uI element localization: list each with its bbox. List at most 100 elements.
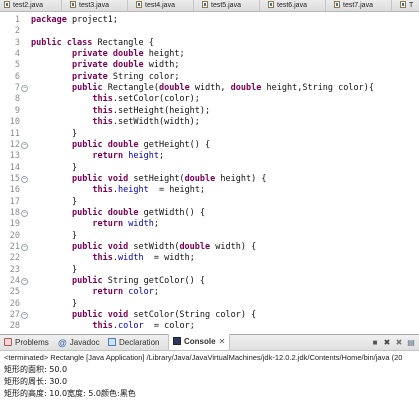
keyword-token: public — [71, 83, 103, 94]
code-text: package project1; — [31, 15, 118, 26]
code-editor[interactable]: 1 package project1; 2 3 public class Rectang… — [0, 12, 419, 334]
code-line: 11 } — [0, 129, 419, 140]
remove-launch-icon[interactable]: ✖ — [382, 338, 392, 348]
java-file-icon — [136, 1, 142, 8]
tab-file-label: test7.java — [343, 2, 373, 9]
code-text: this.height = height; — [31, 185, 205, 196]
java-file-icon — [202, 1, 208, 8]
code-line: 6 private String color; — [0, 72, 419, 83]
code-token: } — [31, 128, 78, 139]
fold-toggle-icon[interactable]: − — [21, 209, 28, 217]
tab-file-label: test6.java — [277, 2, 307, 9]
problems-icon — [4, 338, 12, 346]
code-token: = color; — [148, 321, 195, 332]
fold-toggle-icon[interactable]: − — [21, 85, 28, 93]
code-text: return height; — [31, 151, 164, 162]
code-text: this.width = width; — [31, 253, 195, 264]
code-token: Rectangle( — [107, 83, 159, 94]
code-token: setHeight( — [133, 173, 185, 184]
code-token: } — [31, 298, 78, 309]
line-number: 19 — [9, 219, 20, 230]
code-line: 20 } — [0, 231, 419, 242]
code-token: getWidth() { — [143, 207, 206, 218]
code-token: ; — [153, 287, 159, 298]
console-panel: Problems @ Javadoc Declaration Console ✕ ■… — [0, 334, 419, 407]
fold-toggle-icon[interactable]: − — [21, 278, 28, 286]
fold-toggle-icon[interactable]: − — [21, 244, 28, 251]
line-number: 11 — [9, 128, 20, 139]
code-text: public double getWidth() { — [31, 208, 205, 219]
code-line: 22 this.width = width; — [0, 253, 419, 264]
keyword-token: public void — [71, 242, 129, 252]
code-line: 27− public void setColor(String color) { — [0, 310, 419, 321]
code-text: public double getHeight() { — [31, 140, 210, 151]
tab-javadoc-label: Javadoc — [69, 338, 100, 347]
code-line: 24− public String getColor() { — [0, 276, 419, 287]
code-line: 13 return height; — [0, 151, 419, 162]
tab-console[interactable]: Console ✕ — [168, 334, 231, 350]
code-text: public void setWidth(double width) { — [31, 242, 256, 253]
code-token: .setHeight(height); — [112, 105, 211, 116]
tab-file[interactable]: test4.java — [132, 0, 194, 11]
tab-declaration[interactable]: Declaration — [108, 335, 159, 350]
line-number: 7 — [14, 83, 20, 94]
line-number: 12 — [9, 139, 20, 150]
stop-icon[interactable]: ■ — [370, 338, 380, 348]
keyword-token: private double — [71, 49, 144, 60]
keyword-token: private — [71, 71, 108, 82]
line-number: 17 — [9, 196, 20, 207]
code-text: } — [31, 197, 77, 208]
tab-javadoc[interactable]: @ Javadoc — [58, 335, 100, 350]
tab-file-label: test3.java — [79, 2, 109, 9]
code-line: 28 this.color = color; — [0, 321, 419, 332]
keyword-token: return — [92, 151, 124, 162]
code-text: private double width; — [31, 60, 180, 71]
tab-problems[interactable]: Problems — [4, 335, 49, 350]
fold-toggle-icon[interactable]: − — [21, 312, 28, 320]
tab-file[interactable]: test7.java — [330, 0, 392, 11]
close-icon[interactable]: ✕ — [219, 337, 226, 346]
tab-file[interactable]: test5.java — [198, 0, 260, 11]
tab-file[interactable]: test3.java — [66, 0, 128, 11]
tab-problems-label: Problems — [15, 338, 49, 347]
code-text: this.setWidth(width); — [31, 117, 199, 128]
line-number: 16 — [9, 185, 20, 196]
code-token: width, — [194, 83, 226, 94]
code-text: public class Rectangle { — [31, 38, 154, 49]
console-output-line: 矩形的高度: 10.0宽度: 5.0颜色:黑色 — [4, 389, 136, 398]
code-token: ; — [158, 151, 165, 162]
java-file-icon — [400, 1, 406, 8]
tab-file[interactable]: T — [396, 0, 419, 11]
tab-file[interactable]: test2.java — [0, 0, 62, 11]
line-number: 10 — [9, 117, 20, 128]
code-token: getHeight() { — [143, 139, 211, 150]
fold-toggle-icon[interactable]: − — [21, 175, 28, 183]
remove-all-icon[interactable]: ✖ — [394, 338, 404, 348]
clear-console-icon[interactable]: ▤ — [406, 338, 416, 348]
keyword-token: package — [31, 15, 67, 25]
code-token: setWidth( — [133, 242, 180, 252]
at-sign-icon: @ — [58, 338, 67, 348]
declaration-icon — [108, 338, 116, 346]
java-file-icon — [4, 1, 10, 8]
code-token: } — [31, 264, 78, 275]
keyword-token: double — [158, 83, 190, 94]
fold-toggle-icon[interactable]: − — [21, 141, 28, 149]
code-text: public void setColor(String color) { — [31, 310, 256, 321]
line-number: 8 — [14, 94, 20, 105]
keyword-token: this — [92, 185, 113, 196]
code-token: = width; — [148, 253, 195, 264]
code-line: 23 } — [0, 265, 419, 276]
tab-file[interactable]: test6.java — [264, 0, 326, 11]
code-token: width; — [148, 60, 180, 71]
code-text: this.setHeight(height); — [31, 106, 210, 117]
keyword-token: return — [92, 219, 124, 230]
code-line: 21− public void setWidth(double width) { — [0, 242, 419, 253]
